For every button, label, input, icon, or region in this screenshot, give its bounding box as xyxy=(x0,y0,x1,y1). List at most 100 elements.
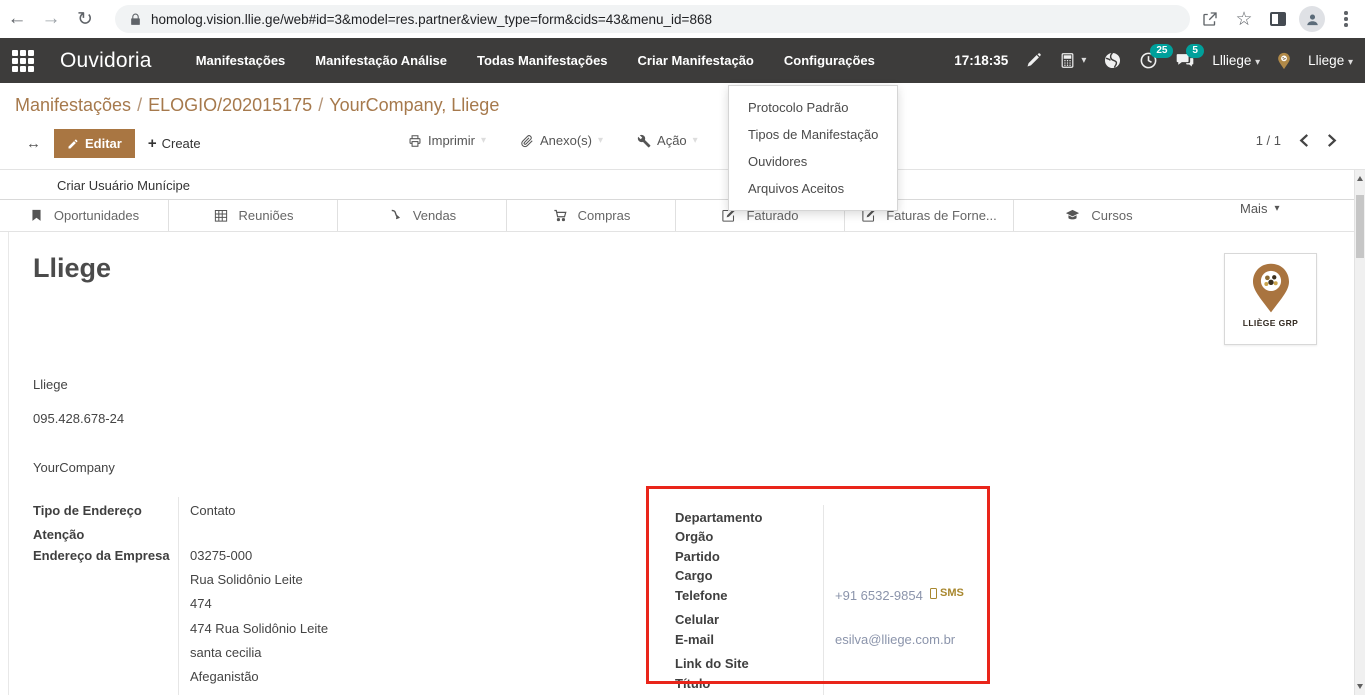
value-numero[interactable]: 474 xyxy=(190,596,212,611)
control-panel: Manifestações/ELOGIO/202015175/YourCompa… xyxy=(0,83,1365,170)
attachments-dropdown[interactable]: Anexo(s) ▾ xyxy=(520,133,603,148)
scrollbar-thumb[interactable] xyxy=(1356,195,1364,258)
breadcrumb-current: YourCompany, Lliege xyxy=(329,95,499,115)
field-separator xyxy=(823,505,824,695)
graduation-cap-icon xyxy=(1064,208,1081,223)
profile-avatar[interactable] xyxy=(1299,6,1325,32)
stat-button-compras[interactable]: Compras xyxy=(507,200,676,231)
create-user-row: Criar Usuário Munícipe xyxy=(0,171,1365,200)
menu-item-arquivos-aceitos[interactable]: Arquivos Aceitos xyxy=(729,175,897,202)
bookmark-icon xyxy=(29,208,44,223)
breadcrumb-manifestacoes[interactable]: Manifestações xyxy=(15,95,131,115)
value-pais[interactable]: Afeganistão xyxy=(190,669,259,684)
pager-previous-icon[interactable] xyxy=(1299,134,1309,147)
edit-button[interactable]: Editar xyxy=(54,129,135,158)
back-icon[interactable]: ← xyxy=(0,8,34,30)
vertical-scrollbar[interactable] xyxy=(1354,170,1365,695)
print-dropdown[interactable]: Imprimir ▾ xyxy=(408,133,486,148)
menu-item-ouvidores[interactable]: Ouvidores xyxy=(729,148,897,175)
browser-menu-icon[interactable] xyxy=(1333,6,1359,32)
menu-criar-manifestacao[interactable]: Criar Manifestação xyxy=(638,53,754,68)
plus-icon: + xyxy=(148,135,157,152)
menu-manifestacao-analise[interactable]: Manifestação Análise xyxy=(315,53,447,68)
breadcrumb: Manifestações/ELOGIO/202015175/YourCompa… xyxy=(15,95,499,116)
stat-button-cursos[interactable]: Cursos xyxy=(1014,200,1183,231)
value-cep[interactable]: 03275-000 xyxy=(190,548,252,563)
action-dropdown[interactable]: Ação ▾ xyxy=(637,133,698,148)
app-title[interactable]: Ouvidoria xyxy=(60,49,152,73)
menu-item-protocolo-padrao[interactable]: Protocolo Padrão xyxy=(729,94,897,121)
scroll-up-icon[interactable] xyxy=(1357,176,1363,181)
calculator-menu[interactable]: ▾ xyxy=(1059,51,1086,70)
field-vat[interactable]: 095.428.678-24 xyxy=(33,411,124,426)
menu-configuracoes[interactable]: Configurações xyxy=(784,53,875,68)
value-tipo-endereco[interactable]: Contato xyxy=(190,503,236,518)
value-rua[interactable]: Rua Solidônio Leite xyxy=(190,572,303,587)
menu-item-tipos-manifestacao[interactable]: Tipos de Manifestação xyxy=(729,121,897,148)
chevron-down-icon: ▾ xyxy=(1081,55,1086,66)
calculator-icon xyxy=(1059,51,1076,70)
pager-value: 1 / 1 xyxy=(1256,133,1281,148)
user-menu[interactable]: Lliege ▾ xyxy=(1308,53,1353,68)
stat-button-vendas[interactable]: Vendas xyxy=(338,200,507,231)
label-departamento: Departamento xyxy=(675,510,762,525)
field-name[interactable]: Lliege xyxy=(33,377,68,392)
more-dropdown[interactable]: Mais ▾ xyxy=(1240,201,1279,216)
logo-caption: LLIÈGE GRP xyxy=(1225,318,1316,328)
bookmark-star-icon[interactable]: ☆ xyxy=(1231,6,1257,32)
record-title[interactable]: Lliege xyxy=(33,253,111,284)
field-company[interactable]: YourCompany xyxy=(33,460,115,475)
pager-next-icon[interactable] xyxy=(1327,134,1337,147)
value-endereco-completo[interactable]: 474 Rua Solidônio Leite xyxy=(190,621,328,636)
activities-button[interactable]: 25 xyxy=(1139,51,1158,70)
side-panel-icon[interactable] xyxy=(1265,6,1291,32)
wrench-icon xyxy=(637,134,651,148)
sheet-border xyxy=(8,232,9,695)
company-switcher[interactable]: Llliege ▾ xyxy=(1212,53,1260,68)
label-email: E-mail xyxy=(675,632,714,647)
share-icon[interactable] xyxy=(1197,6,1223,32)
forward-icon[interactable]: → xyxy=(34,8,68,30)
scroll-down-icon[interactable] xyxy=(1357,684,1363,689)
breadcrumb-elogio[interactable]: ELOGIO/202015175 xyxy=(148,95,312,115)
app-navbar: Ouvidoria Manifestações Manifestação Aná… xyxy=(0,38,1365,83)
value-email[interactable]: esilva@lliege.com.br xyxy=(835,632,955,647)
clock-time: 17:18:35 xyxy=(954,53,1008,68)
label-endereco-empresa: Endereço da Empresa xyxy=(33,548,170,563)
label-tipo-endereco: Tipo de Endereço xyxy=(33,503,142,518)
expand-icon[interactable]: ↔ xyxy=(26,135,41,152)
address-bar[interactable]: homolog.vision.llie.ge/web#id=3&model=re… xyxy=(115,5,1190,33)
company-logo[interactable]: LLIÈGE GRP xyxy=(1224,253,1317,345)
menu-manifestacoes[interactable]: Manifestações xyxy=(196,53,286,68)
pen-icon[interactable] xyxy=(1025,52,1042,69)
value-bairro[interactable]: santa cecilia xyxy=(190,645,262,660)
stat-button-row: Oportunidades Reuniões Vendas Compras Fa… xyxy=(0,200,1365,232)
url-text[interactable]: homolog.vision.llie.ge/web#id=3&model=re… xyxy=(151,12,712,27)
value-telefone[interactable]: +91 6532-9854 xyxy=(835,588,923,603)
messages-button[interactable]: 5 xyxy=(1175,51,1195,70)
field-separator xyxy=(178,497,179,695)
pager: 1 / 1 xyxy=(1256,133,1337,148)
apps-menu-icon[interactable] xyxy=(0,50,46,72)
calendar-grid-icon xyxy=(213,208,229,223)
browser-toolbar: ← → ↻ homolog.vision.llie.ge/web#id=3&mo… xyxy=(0,0,1365,38)
create-button[interactable]: + Create xyxy=(148,135,201,152)
sms-button[interactable]: SMS xyxy=(930,587,964,599)
label-celular: Celular xyxy=(675,612,719,627)
globe-icon[interactable] xyxy=(1103,51,1122,70)
pencil-icon xyxy=(67,138,79,150)
curved-arrow-icon xyxy=(388,208,403,224)
navbar-systray: 17:18:35 ▾ 25 5 Llliege ▾ xyxy=(954,38,1353,83)
menu-todas-manifestacoes[interactable]: Todas Manifestações xyxy=(477,53,608,68)
lock-icon xyxy=(129,13,142,26)
create-user-button[interactable]: Criar Usuário Munícipe xyxy=(57,178,190,193)
map-pin-logo-icon xyxy=(1249,262,1293,316)
chevron-down-icon: ▾ xyxy=(481,135,486,146)
reload-icon[interactable]: ↻ xyxy=(68,8,102,31)
label-telefone: Telefone xyxy=(675,588,728,603)
stat-button-reunioes[interactable]: Reuniões xyxy=(169,200,338,231)
chevron-down-icon: ▾ xyxy=(598,135,603,146)
cart-icon xyxy=(552,208,568,223)
paperclip-icon xyxy=(520,134,534,148)
stat-button-oportunidades[interactable]: Oportunidades xyxy=(0,200,169,231)
